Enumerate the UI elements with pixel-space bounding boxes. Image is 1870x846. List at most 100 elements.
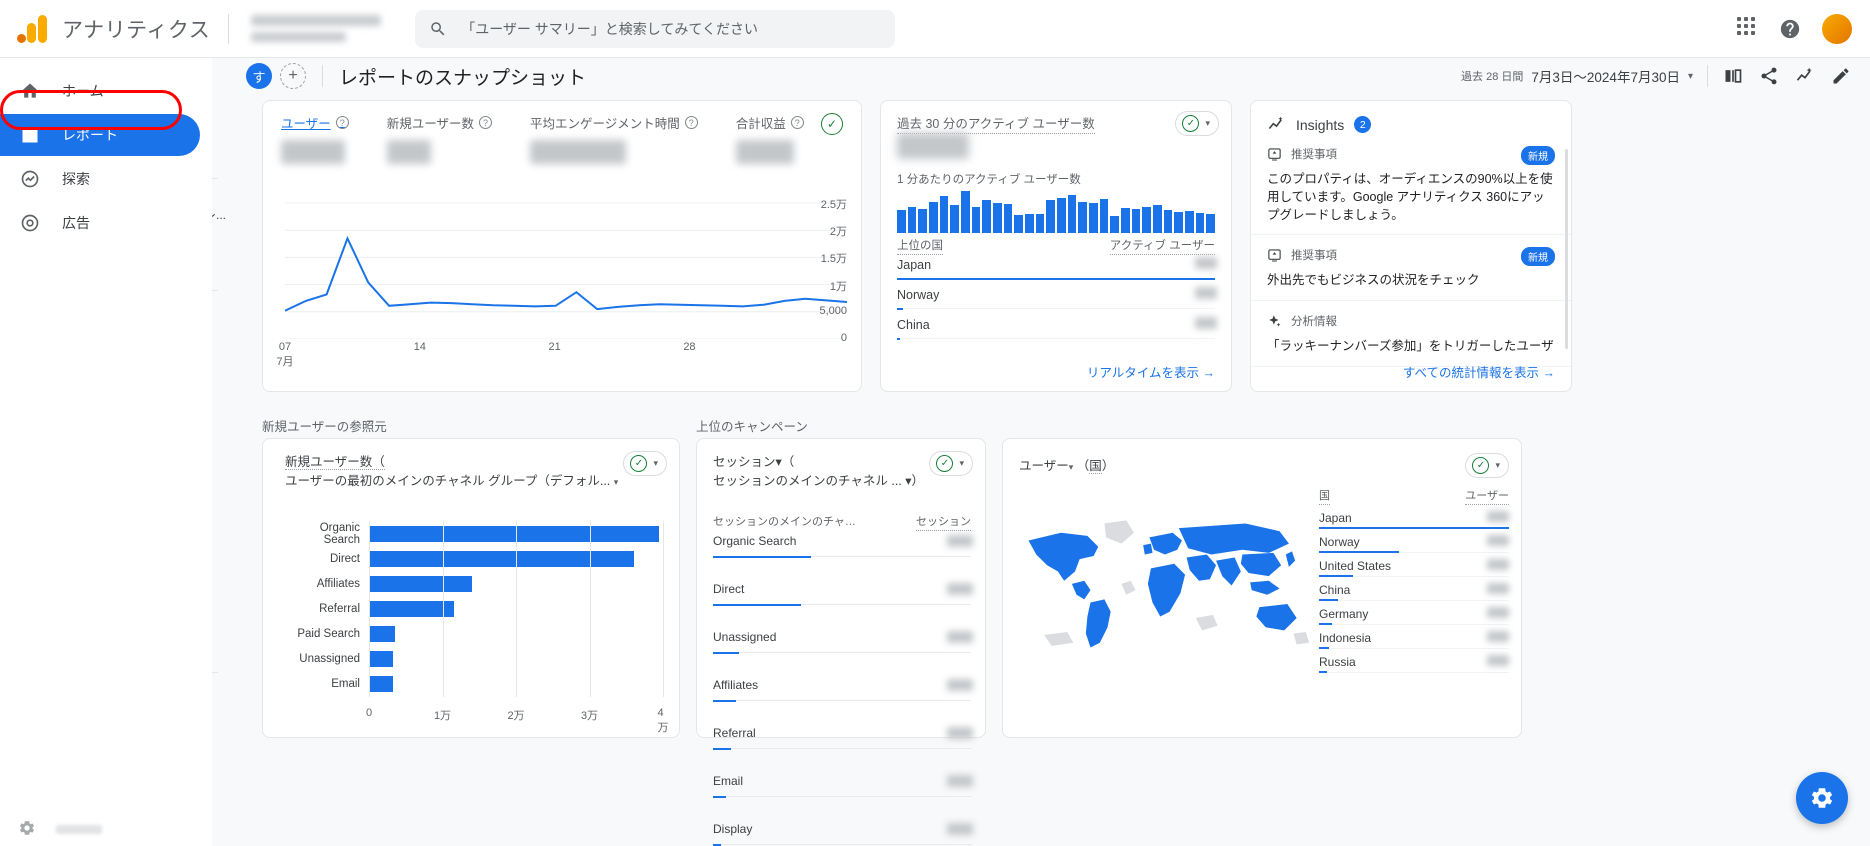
insight-item[interactable]: 分析情報 「ラッキーナンバーズ参加」をトリガーしたユーザ: [1251, 301, 1571, 367]
user-avatar[interactable]: [1822, 13, 1852, 44]
help-icon[interactable]: ?: [479, 116, 493, 129]
table-row[interactable]: Indonesia: [1319, 630, 1509, 649]
map-card-title: ユーザー▾ （国）: [1019, 455, 1114, 474]
help-circle-icon[interactable]: [1778, 17, 1802, 41]
share-button[interactable]: [1758, 65, 1780, 87]
value-meter: [1319, 647, 1329, 649]
sidebar-item-label: 広告: [62, 215, 90, 231]
bar: [1174, 212, 1184, 233]
list-item[interactable]: China: [897, 317, 1217, 340]
sidebar-item-label: レポート: [62, 127, 118, 143]
insights-list: 推奨事項 新規 このプロパティは、オーディエンスの90%以上を使用しています。Goo…: [1251, 134, 1571, 367]
view-realtime-link[interactable]: リアルタイムを表示 →: [1087, 362, 1215, 381]
list-item[interactable]: Norway: [897, 287, 1217, 310]
table-row[interactable]: Display: [713, 821, 973, 846]
plus-icon[interactable]: +: [280, 63, 306, 89]
table-row[interactable]: Russia: [1319, 654, 1509, 673]
map-status-chip[interactable]: ✓ ▾: [1465, 453, 1509, 478]
table-row[interactable]: Japan: [1319, 510, 1509, 529]
account-property-selector[interactable]: [247, 12, 397, 46]
assistant-fab-button[interactable]: [1796, 772, 1848, 824]
sidebar-footer[interactable]: [0, 819, 212, 840]
sidebar-item-home[interactable]: ホーム: [0, 70, 200, 112]
row-label: United States: [1319, 559, 1392, 573]
source-card-header: 新規ユーザー数（ ユーザーの最初のメインのチャネル グループ（デフォル... ▾…: [263, 439, 679, 491]
table-row[interactable]: Email: [713, 773, 973, 798]
check-circle-icon[interactable]: ✓: [821, 113, 843, 135]
search-input[interactable]: [461, 20, 882, 37]
realtime-status-chip[interactable]: ✓ ▾: [1175, 111, 1219, 136]
apps-grid-icon[interactable]: [1734, 16, 1758, 41]
top-bar-actions: [1734, 13, 1870, 44]
list-item[interactable]: Japan: [897, 257, 1217, 280]
bar: [907, 206, 917, 233]
source-metric-title[interactable]: 新規ユーザー数（: [285, 455, 385, 470]
metric-total-revenue: 合計収益 ?: [735, 113, 804, 164]
value-redacted: [947, 775, 973, 787]
sidebar-item-reports[interactable]: レポート: [0, 114, 200, 156]
campaign-section-label: 上位のキャンペーン: [696, 420, 808, 434]
table-row[interactable]: Unassigned: [713, 629, 973, 654]
x-axis-tick-label: 3万: [580, 710, 599, 722]
bar-row[interactable]: Direct: [285, 546, 663, 571]
x-axis-tick-label: 1万: [433, 710, 452, 722]
share-icon: [1761, 67, 1777, 85]
explore-icon: [18, 167, 42, 191]
world-map-svg: [1013, 509, 1323, 665]
map-metric-label[interactable]: ユーザー: [1019, 459, 1069, 473]
row-label: Unassigned: [713, 630, 777, 644]
row-label: Germany: [1319, 607, 1369, 621]
world-map[interactable]: [1013, 487, 1323, 723]
check-circle-icon: ✓: [630, 455, 648, 472]
map-dimension-label[interactable]: （国）: [1077, 459, 1114, 474]
campaign-dimension-title[interactable]: セッションのメインのチャネル ... ▾）: [713, 474, 924, 488]
bar-row[interactable]: Unassigned: [285, 647, 663, 672]
country-table-header: 国 ユーザー: [1319, 487, 1509, 505]
table-row[interactable]: Referral: [713, 725, 973, 750]
table-row[interactable]: Organic Search: [713, 533, 973, 558]
source-section-label: 新規ユーザーの参照元: [262, 420, 387, 434]
date-range-badge: 過去 28 日間: [1461, 71, 1524, 83]
view-all-insights-link[interactable]: すべての統計情報を表示 →: [1403, 362, 1555, 381]
bar-row[interactable]: Email: [285, 672, 663, 697]
campaign-status-chip[interactable]: ✓ ▾: [929, 451, 973, 476]
value-meter: [897, 277, 1215, 280]
table-row[interactable]: Germany: [1319, 606, 1509, 625]
table-row[interactable]: Direct: [713, 581, 973, 606]
line-chart-svg: [285, 202, 847, 340]
sidebar-item-advertising[interactable]: 広告: [0, 202, 200, 244]
bar-row[interactable]: Referral: [285, 596, 663, 621]
table-row[interactable]: China: [1319, 582, 1509, 601]
bar: [939, 196, 949, 233]
help-icon[interactable]: ?: [790, 116, 804, 129]
campaign-metric-title[interactable]: セッション▾（: [713, 455, 794, 469]
date-range-selector[interactable]: 過去 28 日間 7月3日〜2024年7月30日 ▾: [1461, 66, 1693, 86]
search-icon: [431, 21, 445, 35]
help-icon[interactable]: ?: [684, 116, 698, 129]
table-row[interactable]: Norway: [1319, 534, 1509, 553]
search-bar[interactable]: [415, 9, 896, 48]
insights-button[interactable]: [1794, 65, 1816, 87]
sidebar-item-explore[interactable]: 探索: [0, 158, 200, 200]
bar-row[interactable]: Organic Search: [285, 521, 663, 546]
insight-item[interactable]: 推奨事項 新規 外出先でもビジネスの状況をチェック: [1251, 235, 1571, 301]
bar-row[interactable]: Paid Search: [285, 622, 663, 647]
chevron-down-icon[interactable]: ▾: [614, 477, 619, 487]
bar: [1185, 211, 1194, 233]
insights-scrollbar[interactable]: [1565, 149, 1568, 349]
bar-row[interactable]: Affiliates: [285, 571, 663, 596]
bar: [1089, 202, 1098, 233]
help-icon[interactable]: ?: [335, 116, 349, 129]
table-row[interactable]: Affiliates: [713, 677, 973, 702]
insight-item[interactable]: 推奨事項 新規 このプロパティは、オーディエンスの90%以上を使用しています。Goo…: [1251, 134, 1571, 236]
bar: [918, 208, 928, 233]
edit-button[interactable]: [1830, 65, 1852, 87]
compare-button[interactable]: [1722, 65, 1744, 87]
gridline: [516, 521, 517, 697]
source-dimension-title[interactable]: ユーザーの最初のメインのチャネル グループ（デフォル...: [285, 474, 610, 488]
report-avatar[interactable]: す: [246, 63, 272, 89]
x-axis-tick-label: 2万: [507, 710, 525, 722]
source-status-chip[interactable]: ✓ ▾: [623, 451, 667, 476]
table-row[interactable]: United States: [1319, 558, 1509, 577]
chevron-down-icon[interactable]: ▾: [1069, 462, 1074, 472]
